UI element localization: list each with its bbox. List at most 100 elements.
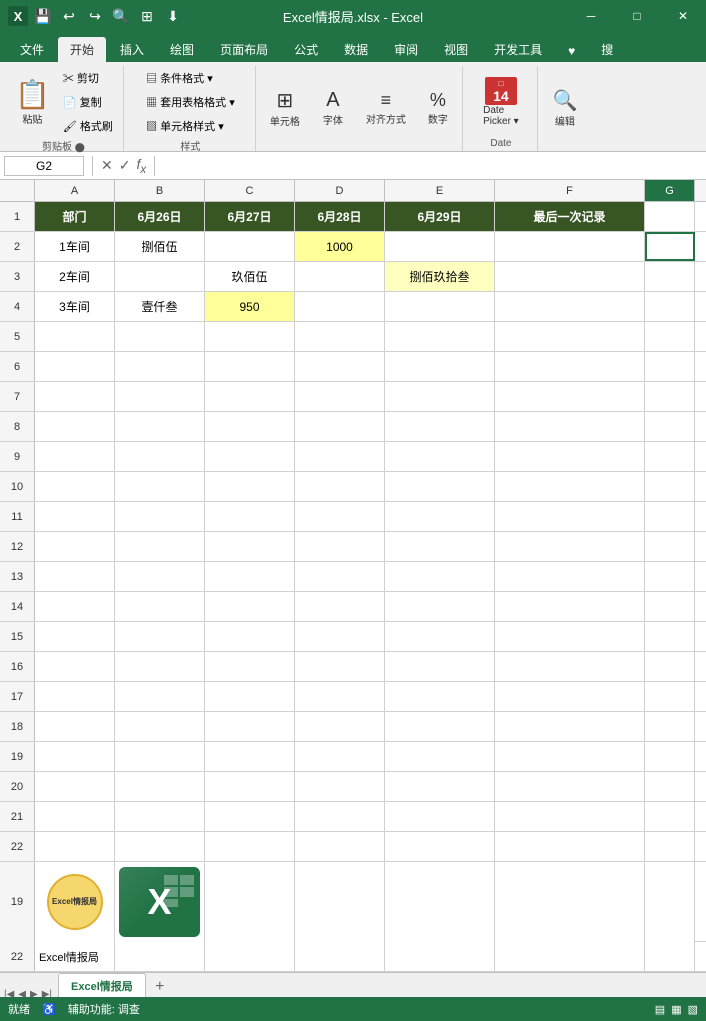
save-button[interactable]: 💾 xyxy=(32,5,54,27)
cell-a14[interactable] xyxy=(35,592,115,621)
cell-c12[interactable] xyxy=(205,532,295,561)
cell-b6[interactable] xyxy=(115,352,205,381)
cell-button[interactable]: ⊞ 单元格 xyxy=(264,78,306,138)
cell-f11[interactable] xyxy=(495,502,645,531)
cell-f12[interactable] xyxy=(495,532,645,561)
col-header-g[interactable]: G xyxy=(645,180,695,201)
cell-a20[interactable] xyxy=(35,772,115,801)
col-header-f[interactable]: F xyxy=(495,180,645,201)
cell-d14[interactable] xyxy=(295,592,385,621)
sheet-tab-excel[interactable]: Excel情报局 xyxy=(58,973,146,1000)
cell-g20[interactable] xyxy=(645,772,695,801)
cell-b20[interactable] xyxy=(115,772,205,801)
cell-d10[interactable] xyxy=(295,472,385,501)
cell-a16[interactable] xyxy=(35,652,115,681)
minimize-button[interactable]: ─ xyxy=(568,0,614,32)
cell-d20[interactable] xyxy=(295,772,385,801)
cell-d15[interactable] xyxy=(295,622,385,651)
paste-button[interactable]: 📋 粘贴 xyxy=(10,72,55,132)
cell-b10[interactable] xyxy=(115,472,205,501)
more-qa-button[interactable]: ⬇ xyxy=(162,5,184,27)
tab-draw[interactable]: 绘图 xyxy=(158,37,206,62)
cell-e17[interactable] xyxy=(385,682,495,711)
cell-f22[interactable] xyxy=(495,832,645,861)
cell-g1[interactable] xyxy=(645,202,695,231)
cell-a3[interactable]: 2车间 xyxy=(35,262,115,291)
cell-style-button[interactable]: ▧ 单元格样式 ▾ xyxy=(142,116,228,136)
cell-a15[interactable] xyxy=(35,622,115,651)
cell-d11[interactable] xyxy=(295,502,385,531)
cell-a4[interactable]: 3车间 xyxy=(35,292,115,321)
tab-file[interactable]: 文件 xyxy=(8,37,56,62)
formula-confirm-icon[interactable]: ✓ xyxy=(119,157,131,174)
cell-g12[interactable] xyxy=(645,532,695,561)
cell-d1[interactable]: 6月28日 xyxy=(295,202,385,231)
cell-b7[interactable] xyxy=(115,382,205,411)
cell-e18[interactable] xyxy=(385,712,495,741)
cell-a18[interactable] xyxy=(35,712,115,741)
cell-d8[interactable] xyxy=(295,412,385,441)
cell-f9[interactable] xyxy=(495,442,645,471)
cell-e12[interactable] xyxy=(385,532,495,561)
cell-d5[interactable] xyxy=(295,322,385,351)
cell-c17[interactable] xyxy=(205,682,295,711)
cell-b22[interactable] xyxy=(115,832,205,861)
cell-b12[interactable] xyxy=(115,532,205,561)
maximize-button[interactable]: □ xyxy=(614,0,660,32)
cell-a8[interactable] xyxy=(35,412,115,441)
cell-e19[interactable] xyxy=(385,742,495,771)
tab-view[interactable]: 视图 xyxy=(432,37,480,62)
cell-b2[interactable]: 捌佰伍 xyxy=(115,232,205,261)
cell-f15[interactable] xyxy=(495,622,645,651)
cell-d19[interactable] xyxy=(295,742,385,771)
cell-f1[interactable]: 最后一次记录 xyxy=(495,202,645,231)
cell-f17[interactable] xyxy=(495,682,645,711)
cell-g11[interactable] xyxy=(645,502,695,531)
copy-button[interactable]: 📄 复制 xyxy=(59,92,117,112)
redo-button[interactable]: ↪ xyxy=(84,5,106,27)
cell-a21[interactable] xyxy=(35,802,115,831)
cell-a9[interactable] xyxy=(35,442,115,471)
cell-d13[interactable] xyxy=(295,562,385,591)
tab-formulas[interactable]: 公式 xyxy=(282,37,330,62)
cell-g6[interactable] xyxy=(645,352,695,381)
number-button[interactable]: % 数字 xyxy=(420,78,456,138)
add-sheet-button[interactable]: + xyxy=(148,976,172,998)
cell-d16[interactable] xyxy=(295,652,385,681)
cell-e13[interactable] xyxy=(385,562,495,591)
cell-e9[interactable] xyxy=(385,442,495,471)
normal-view-button[interactable]: ▤ xyxy=(655,1003,665,1016)
cell-c5[interactable] xyxy=(205,322,295,351)
cell-f14[interactable] xyxy=(495,592,645,621)
cell-e11[interactable] xyxy=(385,502,495,531)
cell-e10[interactable] xyxy=(385,472,495,501)
cell-g3[interactable] xyxy=(645,262,695,291)
cell-b14[interactable] xyxy=(115,592,205,621)
search-qa-button[interactable]: 🔍 xyxy=(110,5,132,27)
cell-b5[interactable] xyxy=(115,322,205,351)
tab-insert[interactable]: 插入 xyxy=(108,37,156,62)
conditional-format-button[interactable]: ▤ 条件格式 ▾ xyxy=(142,68,217,88)
tab-search[interactable]: 搜 xyxy=(589,37,625,62)
cell-g18[interactable] xyxy=(645,712,695,741)
cell-b15[interactable] xyxy=(115,622,205,651)
cell-c20[interactable] xyxy=(205,772,295,801)
tab-page-layout[interactable]: 页面布局 xyxy=(208,37,280,62)
cell-b3[interactable] xyxy=(115,262,205,291)
format-painter-button[interactable]: 🖌 格式刷 xyxy=(59,116,117,136)
cell-c13[interactable] xyxy=(205,562,295,591)
cell-b16[interactable] xyxy=(115,652,205,681)
cell-f3[interactable] xyxy=(495,262,645,291)
cell-e1[interactable]: 6月29日 xyxy=(385,202,495,231)
tab-home[interactable]: 开始 xyxy=(58,37,106,62)
cell-a13[interactable] xyxy=(35,562,115,591)
cell-b21[interactable] xyxy=(115,802,205,831)
cell-f6[interactable] xyxy=(495,352,645,381)
cell-e7[interactable] xyxy=(385,382,495,411)
cell-c4[interactable]: 950 xyxy=(205,292,295,321)
cell-d9[interactable] xyxy=(295,442,385,471)
cell-e3[interactable]: 捌佰玖拾叁 xyxy=(385,262,495,291)
cell-g4[interactable] xyxy=(645,292,695,321)
col-header-a[interactable]: A xyxy=(35,180,115,201)
cut-button[interactable]: ✂ 剪切 xyxy=(59,68,117,88)
